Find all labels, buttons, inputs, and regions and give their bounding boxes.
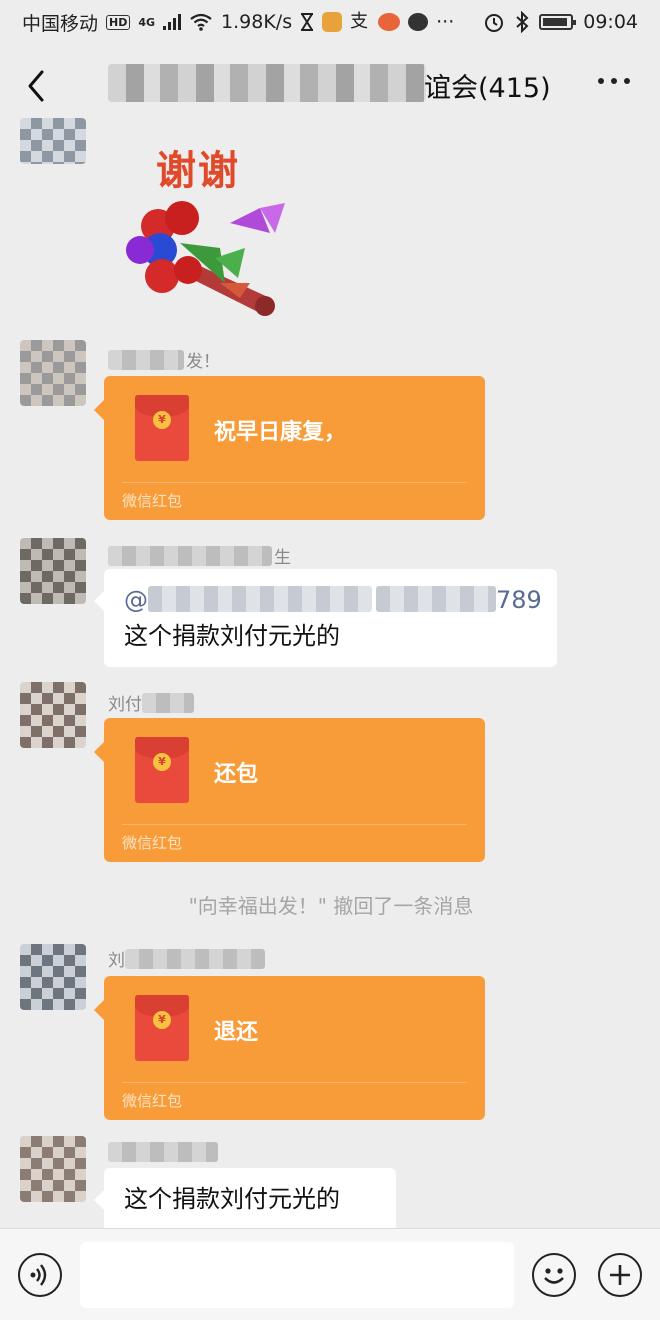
- alipay-icon: 支: [350, 11, 369, 32]
- red-packet-text: 还包: [214, 762, 259, 787]
- name-redacted: [108, 1142, 218, 1162]
- alarm-icon: [485, 14, 504, 32]
- text-message[interactable]: @789 这个捐款刘付元光的: [94, 569, 557, 667]
- wifi-icon: [190, 13, 212, 31]
- message-text: 这个捐款刘付元光的: [124, 622, 340, 650]
- group-title: 谊会(415): [424, 73, 551, 104]
- text-message[interactable]: 这个捐款刘付元光的: [94, 1168, 396, 1228]
- sender-name-text: 生: [274, 548, 291, 568]
- red-packet-text: 退还: [214, 1020, 259, 1045]
- emoji-icon[interactable]: [532, 1253, 576, 1297]
- avatar[interactable]: [20, 1136, 86, 1202]
- sender-name: 刘付: [108, 690, 196, 715]
- red-packet-label: 微信红包: [122, 492, 183, 510]
- red-packet-label: 微信红包: [122, 834, 183, 852]
- mention-number: 789: [496, 586, 542, 614]
- name-redacted: [108, 349, 184, 370]
- recall-notice: "向幸福出发！" 撤回了一条消息: [188, 894, 474, 918]
- red-packet-label: 微信红包: [122, 1092, 183, 1110]
- net-speed: 1.98K/s: [221, 11, 293, 33]
- mention-at: @: [124, 586, 148, 614]
- avatar[interactable]: [20, 944, 86, 1010]
- avatar[interactable]: [20, 682, 86, 748]
- clock-time: 09:04: [583, 11, 638, 33]
- name-redacted: [108, 545, 272, 566]
- hd-badge: HD: [106, 14, 131, 30]
- mention-redacted: [148, 586, 372, 612]
- red-envelope-icon: ¥: [135, 737, 189, 803]
- red-packet[interactable]: ¥ 祝早日康复， 微信红包: [94, 376, 485, 520]
- back-arrow-icon[interactable]: [22, 66, 62, 106]
- sender-name-text: 发！: [186, 352, 220, 372]
- red-envelope-icon: ¥: [135, 995, 189, 1061]
- sticker-message[interactable]: 谢谢: [120, 128, 300, 328]
- red-packet[interactable]: ¥ 还包 微信红包: [94, 718, 485, 862]
- signal-icon: [163, 14, 182, 30]
- more-notifications-icon: ···: [436, 11, 455, 33]
- more-dots-icon[interactable]: [598, 78, 630, 84]
- sender-name-text: 刘付: [108, 695, 142, 715]
- battery-icon: [539, 14, 577, 30]
- sender-name: [108, 1142, 220, 1162]
- voice-icon[interactable]: [18, 1253, 62, 1297]
- red-packet[interactable]: ¥ 退还 微信红包: [94, 976, 485, 1120]
- avatar[interactable]: [20, 538, 86, 604]
- message-text: 这个捐款刘付元光的: [124, 1185, 340, 1213]
- sender-name: 刘: [108, 946, 267, 971]
- avatar[interactable]: [20, 118, 86, 164]
- red-envelope-icon: ¥: [135, 395, 189, 461]
- avatar[interactable]: [20, 340, 86, 406]
- carrier-name: 中国移动: [22, 12, 99, 35]
- name-redacted: [142, 692, 194, 713]
- hourglass-icon: [301, 13, 314, 31]
- mention-redacted: [376, 586, 496, 612]
- sender-name: 发！: [108, 347, 220, 372]
- message-input[interactable]: [80, 1242, 514, 1308]
- name-redacted: [125, 948, 265, 969]
- chat-input-bar: [0, 1228, 660, 1320]
- plus-icon[interactable]: [598, 1253, 642, 1297]
- sender-name-text: 刘: [108, 951, 125, 971]
- network-type: 4G: [138, 15, 156, 29]
- red-packet-text: 祝早日康复，: [214, 420, 347, 445]
- bluetooth-icon: [516, 11, 529, 33]
- sender-name: 生: [108, 543, 291, 568]
- app-618-icon: [322, 12, 343, 32]
- weibo-icon: [378, 13, 401, 31]
- status-bar: 中国移动 HD 4G 1.98K/s 支 ··· 09:04: [0, 0, 660, 44]
- chat-title-bar: 谊会(415): [0, 44, 660, 124]
- flower-bouquet-icon: [126, 201, 285, 316]
- chat-icon: [408, 13, 429, 31]
- group-name-redacted: [108, 64, 426, 102]
